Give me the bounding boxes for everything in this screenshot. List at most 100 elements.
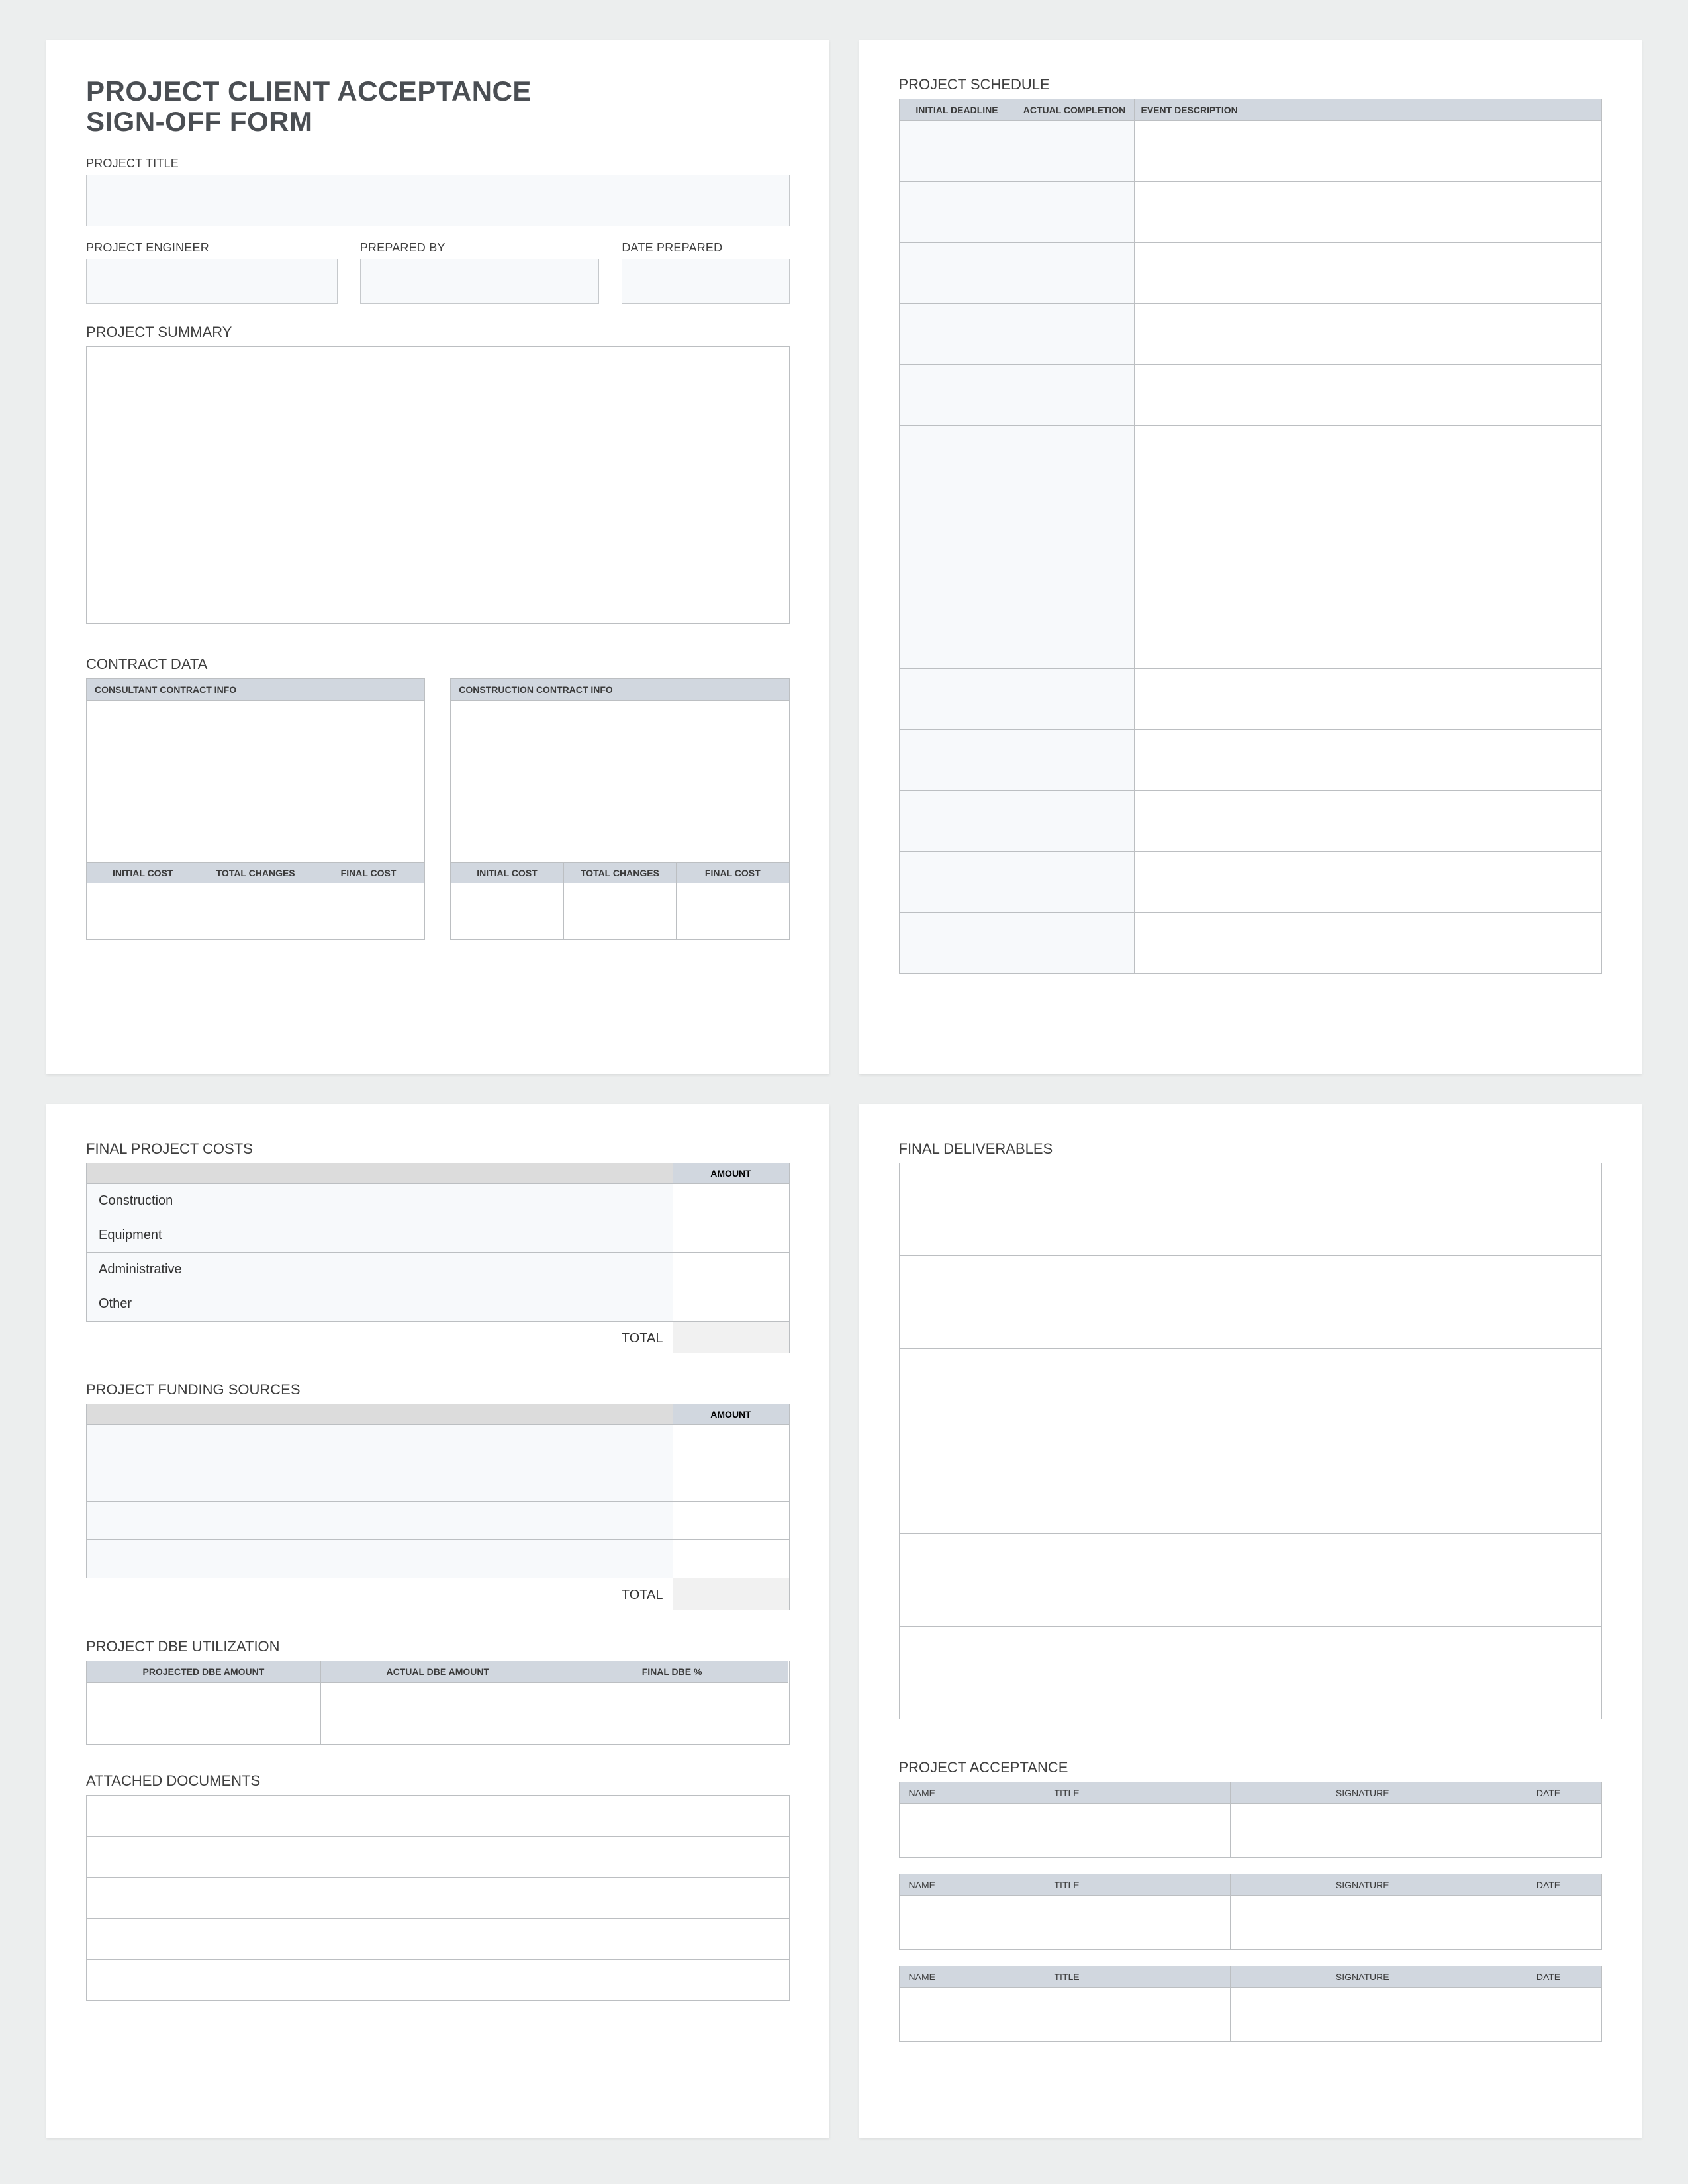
schedule-event-description[interactable] (1135, 852, 1602, 913)
funding-row-label[interactable] (87, 1540, 673, 1578)
funding-row-amount[interactable] (673, 1540, 789, 1578)
schedule-initial-deadline[interactable] (900, 426, 1015, 486)
schedule-event-description[interactable] (1135, 608, 1602, 669)
consultant-total-changes[interactable] (199, 883, 312, 939)
field-project-title[interactable] (86, 175, 790, 226)
funding-row-label[interactable] (87, 1425, 673, 1463)
cost-row-amount[interactable] (673, 1287, 789, 1322)
cost-row-amount[interactable] (673, 1253, 789, 1287)
deliverable-row[interactable] (900, 1256, 1602, 1349)
schedule-actual-completion[interactable] (1015, 608, 1135, 669)
acceptance-name[interactable] (900, 1988, 1045, 2041)
consultant-initial-cost[interactable] (87, 883, 199, 939)
funding-head-amount: AMOUNT (673, 1404, 789, 1425)
schedule-actual-completion[interactable] (1015, 486, 1135, 547)
cost-row-amount[interactable] (673, 1218, 789, 1253)
acceptance-signature[interactable] (1231, 1804, 1496, 1857)
schedule-actual-completion[interactable] (1015, 852, 1135, 913)
acceptance-date[interactable] (1495, 1804, 1601, 1857)
schedule-initial-deadline[interactable] (900, 669, 1015, 730)
schedule-head-initial-deadline: INITIAL DEADLINE (900, 99, 1015, 121)
acceptance-title[interactable] (1045, 1988, 1231, 2041)
schedule-initial-deadline[interactable] (900, 121, 1015, 182)
costs-total-value[interactable] (673, 1322, 790, 1353)
schedule-event-description[interactable] (1135, 182, 1602, 243)
schedule-initial-deadline[interactable] (900, 182, 1015, 243)
schedule-event-description[interactable] (1135, 486, 1602, 547)
attached-document-row[interactable] (87, 1837, 789, 1878)
funding-row-amount[interactable] (673, 1463, 789, 1502)
attached-document-row[interactable] (87, 1796, 789, 1837)
dbe-actual-value[interactable] (321, 1683, 555, 1744)
funding-total-value[interactable] (673, 1578, 790, 1610)
schedule-actual-completion[interactable] (1015, 547, 1135, 608)
deliverable-row[interactable] (900, 1349, 1602, 1441)
schedule-event-description[interactable] (1135, 730, 1602, 791)
deliverable-row[interactable] (900, 1163, 1602, 1256)
schedule-event-description[interactable] (1135, 243, 1602, 304)
schedule-row (900, 486, 1602, 547)
schedule-event-description[interactable] (1135, 913, 1602, 974)
schedule-event-description[interactable] (1135, 304, 1602, 365)
acceptance-title[interactable] (1045, 1896, 1231, 1949)
acceptance-date[interactable] (1495, 1896, 1601, 1949)
field-date-prepared[interactable] (622, 259, 789, 304)
acceptance-signature[interactable] (1231, 1988, 1496, 2041)
schedule-actual-completion[interactable] (1015, 304, 1135, 365)
schedule-actual-completion[interactable] (1015, 365, 1135, 426)
acceptance-signature[interactable] (1231, 1896, 1496, 1949)
consultant-final-cost[interactable] (312, 883, 424, 939)
schedule-actual-completion[interactable] (1015, 669, 1135, 730)
schedule-event-description[interactable] (1135, 426, 1602, 486)
construction-final-cost[interactable] (677, 883, 788, 939)
acceptance-title[interactable] (1045, 1804, 1231, 1857)
schedule-initial-deadline[interactable] (900, 730, 1015, 791)
schedule-initial-deadline[interactable] (900, 486, 1015, 547)
construction-contract-body[interactable] (451, 701, 788, 863)
schedule-initial-deadline[interactable] (900, 852, 1015, 913)
funding-row-label[interactable] (87, 1502, 673, 1540)
schedule-event-description[interactable] (1135, 121, 1602, 182)
schedule-event-description[interactable] (1135, 669, 1602, 730)
construction-initial-cost[interactable] (451, 883, 563, 939)
schedule-initial-deadline[interactable] (900, 913, 1015, 974)
field-project-engineer[interactable] (86, 259, 338, 304)
acceptance-name[interactable] (900, 1896, 1045, 1949)
acceptance-name[interactable] (900, 1804, 1045, 1857)
schedule-actual-completion[interactable] (1015, 730, 1135, 791)
funding-row-amount[interactable] (673, 1425, 789, 1463)
attached-document-row[interactable] (87, 1919, 789, 1960)
acceptance-date[interactable] (1495, 1988, 1601, 2041)
field-prepared-by[interactable] (360, 259, 600, 304)
schedule-event-description[interactable] (1135, 365, 1602, 426)
schedule-actual-completion[interactable] (1015, 426, 1135, 486)
attached-document-row[interactable] (87, 1960, 789, 2001)
schedule-initial-deadline[interactable] (900, 791, 1015, 852)
consultant-total-changes-head: TOTAL CHANGES (199, 863, 312, 883)
schedule-initial-deadline[interactable] (900, 608, 1015, 669)
dbe-final-pct-value[interactable] (555, 1683, 789, 1744)
field-project-summary[interactable] (86, 346, 790, 624)
consultant-contract-body[interactable] (87, 701, 424, 863)
schedule-actual-completion[interactable] (1015, 182, 1135, 243)
schedule-actual-completion[interactable] (1015, 121, 1135, 182)
schedule-initial-deadline[interactable] (900, 547, 1015, 608)
schedule-actual-completion[interactable] (1015, 243, 1135, 304)
funding-row-amount[interactable] (673, 1502, 789, 1540)
schedule-initial-deadline[interactable] (900, 365, 1015, 426)
construction-total-changes[interactable] (564, 883, 677, 939)
deliverable-row[interactable] (900, 1627, 1602, 1719)
schedule-actual-completion[interactable] (1015, 791, 1135, 852)
schedule-event-description[interactable] (1135, 547, 1602, 608)
attached-document-row[interactable] (87, 1878, 789, 1919)
schedule-event-description[interactable] (1135, 791, 1602, 852)
page-4: FINAL DELIVERABLES PROJECT ACCEPTANCE NA… (859, 1104, 1642, 2138)
cost-row-amount[interactable] (673, 1184, 789, 1218)
deliverable-row[interactable] (900, 1534, 1602, 1627)
funding-row-label[interactable] (87, 1463, 673, 1502)
schedule-initial-deadline[interactable] (900, 304, 1015, 365)
dbe-projected-value[interactable] (87, 1683, 321, 1744)
deliverable-row[interactable] (900, 1441, 1602, 1534)
schedule-actual-completion[interactable] (1015, 913, 1135, 974)
schedule-initial-deadline[interactable] (900, 243, 1015, 304)
